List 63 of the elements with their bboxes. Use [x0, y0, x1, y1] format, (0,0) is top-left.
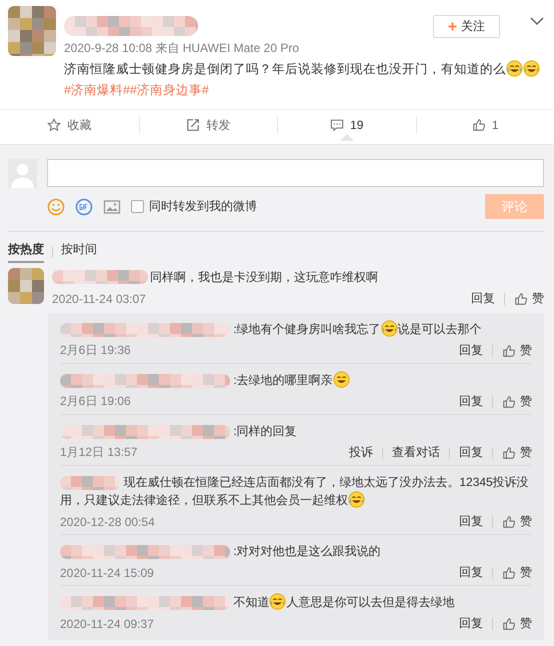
comment-icon	[330, 118, 344, 132]
chevron-down-icon[interactable]	[530, 16, 544, 26]
smiley-icon[interactable]	[47, 198, 65, 216]
action-link[interactable]: 投诉	[349, 444, 373, 461]
like-link[interactable]: 赞	[520, 564, 532, 581]
reply-text: :去绿地的哪里啊亲	[60, 371, 532, 389]
thumbs-up-icon	[502, 446, 516, 460]
thumbs-up-icon	[502, 566, 516, 580]
reply-text: 现在威仕顿在恒隆已经连店面都没有了，绿地太远了没办法去。12345投诉没用，只建议走法律途径，但联系不上其他会员一起维权	[60, 474, 530, 509]
thumbs-up-icon	[502, 514, 516, 528]
action-link[interactable]: 回复	[459, 513, 483, 530]
thumbs-up-icon	[502, 344, 516, 358]
action-link[interactable]: 回复	[459, 393, 483, 410]
checkbox[interactable]	[131, 200, 144, 213]
action-link[interactable]: 回复	[459, 342, 483, 359]
comment-date: 2020-11-24 03:07	[52, 292, 146, 306]
like-link[interactable]: 赞	[520, 393, 532, 410]
action-link[interactable]: 查看对话	[392, 444, 440, 461]
reply-date: 2020-12-28 00:54	[60, 514, 155, 528]
post-text: 济南恒隆威士顿健身房是倒闭了吗？年后说装修到现在也没开门，有知道的么 #济南爆料##济南身边事#	[64, 59, 544, 101]
crying-laughing-emoji-icon	[380, 320, 398, 337]
like-link[interactable]: 赞	[532, 290, 544, 307]
star-icon	[47, 118, 62, 132]
thumbs-up-icon	[472, 118, 486, 132]
crying-laughing-emoji-icon	[523, 60, 540, 77]
reply-date: 2020-11-24 09:37	[60, 616, 154, 630]
comment-input[interactable]	[47, 159, 544, 187]
crying-laughing-emoji-icon	[506, 60, 523, 77]
action-item[interactable]: 转发	[138, 116, 277, 134]
like-link[interactable]: 赞	[520, 342, 532, 359]
gif-icon[interactable]	[75, 198, 93, 216]
reply-text: :绿地有个健身房叫啥我忘了 说是可以去那个	[60, 320, 532, 338]
post-meta: 2020-9-28 10:08 来自 HUAWEI Mate 20 Pro	[64, 40, 300, 57]
like-link[interactable]: 赞	[520, 615, 532, 632]
reply-text: :同样的回复	[60, 422, 532, 440]
like-link[interactable]: 赞	[520, 444, 532, 461]
reply-text: 不知道 人意思是你可以去但是得去绿地	[60, 593, 532, 611]
action-item[interactable]: 1	[416, 116, 554, 134]
reply-date: 2月6日 19:06	[60, 393, 131, 410]
image-icon[interactable]	[103, 198, 121, 216]
like-link[interactable]: 赞	[520, 513, 532, 530]
action-link[interactable]: 回复	[471, 290, 495, 307]
plus-icon	[448, 22, 457, 31]
reply-date: 1月12日 13:57	[60, 444, 138, 461]
thumbs-up-icon	[502, 394, 516, 408]
reply-date: 2月6日 19:36	[60, 342, 131, 359]
thumbs-up-icon	[514, 292, 528, 306]
action-link[interactable]: 回复	[459, 444, 483, 461]
sort-tab[interactable]: 按热度	[8, 241, 44, 263]
reply-date: 2020-11-24 15:09	[60, 566, 154, 580]
checkbox-label: 同时转发到我的微博	[149, 198, 257, 215]
sort-tab[interactable]: 按时间	[61, 241, 97, 263]
reply-text: :对对对他也是这么跟我说的	[60, 542, 532, 560]
laughing-emoji-icon	[332, 371, 350, 388]
action-link[interactable]: 回复	[459, 615, 483, 632]
comment-text: 同样啊，我也是卡没到期，这玩意咋维权啊	[150, 269, 378, 286]
crying-laughing-emoji-icon	[348, 491, 365, 508]
share-icon	[186, 118, 200, 132]
thumbs-up-icon	[502, 616, 516, 630]
action-item[interactable]: 收藏	[0, 116, 138, 134]
crying-laughing-emoji-icon	[269, 593, 286, 610]
follow-button[interactable]: 关注	[433, 15, 500, 38]
action-link[interactable]: 回复	[459, 564, 483, 581]
